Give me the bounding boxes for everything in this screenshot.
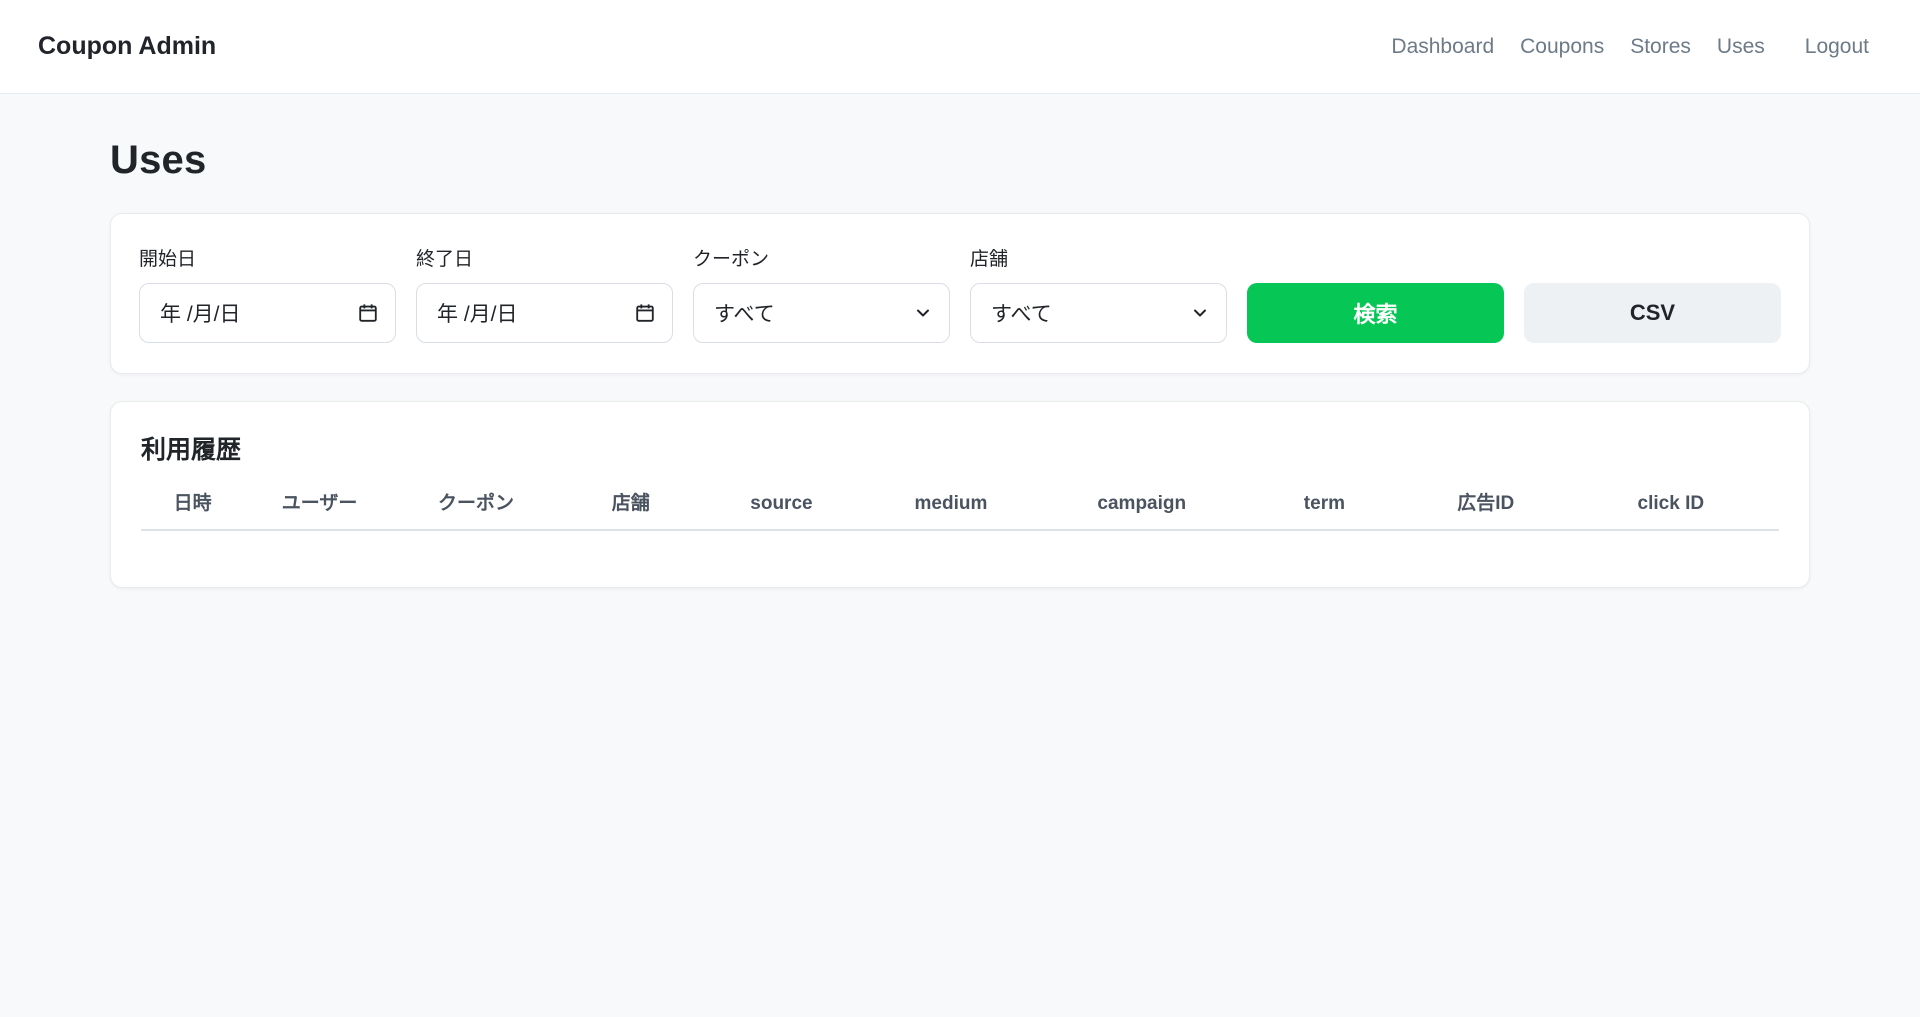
search-button[interactable]: 検索 <box>1247 283 1504 343</box>
end-date-input[interactable]: 年 /月/日 <box>416 283 673 343</box>
csv-export-button[interactable]: CSV <box>1524 283 1781 343</box>
column-header-term: term <box>1303 493 1345 514</box>
nav-link-uses[interactable]: Uses <box>1704 27 1778 67</box>
usage-table-header-row: 日時 ユーザー クーポン 店舗 source medium campaign t… <box>141 488 1779 531</box>
main-content: Uses 開始日 年 /月/日 終了日 年 /月/日 クーポン すべて 店舗 す… <box>110 138 1810 588</box>
filter-card: 開始日 年 /月/日 終了日 年 /月/日 クーポン すべて 店舗 すべて 検索… <box>110 213 1810 374</box>
store-select[interactable]: すべて <box>970 283 1227 343</box>
calendar-icon <box>357 302 379 324</box>
page-title: Uses <box>110 138 207 182</box>
nav-link-logout[interactable]: Logout <box>1792 27 1882 67</box>
nav-link-dashboard[interactable]: Dashboard <box>1378 27 1507 67</box>
start-date-input[interactable]: 年 /月/日 <box>139 283 396 343</box>
column-header-campaign: campaign <box>1097 493 1187 514</box>
start-date-label: 開始日 <box>139 249 197 270</box>
end-date-field: 終了日 年 /月/日 <box>416 244 673 343</box>
chevron-down-icon <box>913 303 933 323</box>
main-nav: Dashboard Coupons Stores Uses Logout <box>1378 27 1882 67</box>
usage-table-empty-body <box>141 531 1779 557</box>
calendar-icon <box>634 302 656 324</box>
top-navbar: Coupon Admin Dashboard Coupons Stores Us… <box>0 0 1920 94</box>
column-header-ad-id: 広告ID <box>1457 493 1515 514</box>
start-date-value: 年 /月/日 <box>160 303 241 326</box>
coupon-selected-value: すべて <box>714 303 775 326</box>
nav-link-coupons[interactable]: Coupons <box>1507 27 1617 67</box>
column-header-medium: medium <box>914 493 988 514</box>
end-date-label: 終了日 <box>416 249 474 270</box>
coupon-field: クーポン すべて <box>693 244 950 343</box>
brand-link[interactable]: Coupon Admin <box>38 32 216 61</box>
column-header-datetime: 日時 <box>173 493 212 514</box>
start-date-field: 開始日 年 /月/日 <box>139 244 396 343</box>
store-field: 店舗 すべて <box>970 244 1227 343</box>
usage-history-card: 利用履歴 日時 ユーザー クーポン 店舗 source medium campa… <box>110 401 1810 588</box>
end-date-value: 年 /月/日 <box>437 303 518 326</box>
column-header-user: ユーザー <box>281 493 358 514</box>
column-header-click-id: click ID <box>1637 493 1705 514</box>
column-header-source: source <box>750 493 813 514</box>
chevron-down-icon <box>1190 303 1210 323</box>
coupon-select[interactable]: すべて <box>693 283 950 343</box>
store-label: 店舗 <box>970 249 1009 270</box>
store-selected-value: すべて <box>991 303 1052 326</box>
usage-history-title: 利用履歴 <box>141 436 242 464</box>
column-header-store: 店舗 <box>611 493 650 514</box>
coupon-label: クーポン <box>693 249 770 270</box>
column-header-coupon: クーポン <box>437 493 514 514</box>
nav-link-stores[interactable]: Stores <box>1617 27 1704 67</box>
